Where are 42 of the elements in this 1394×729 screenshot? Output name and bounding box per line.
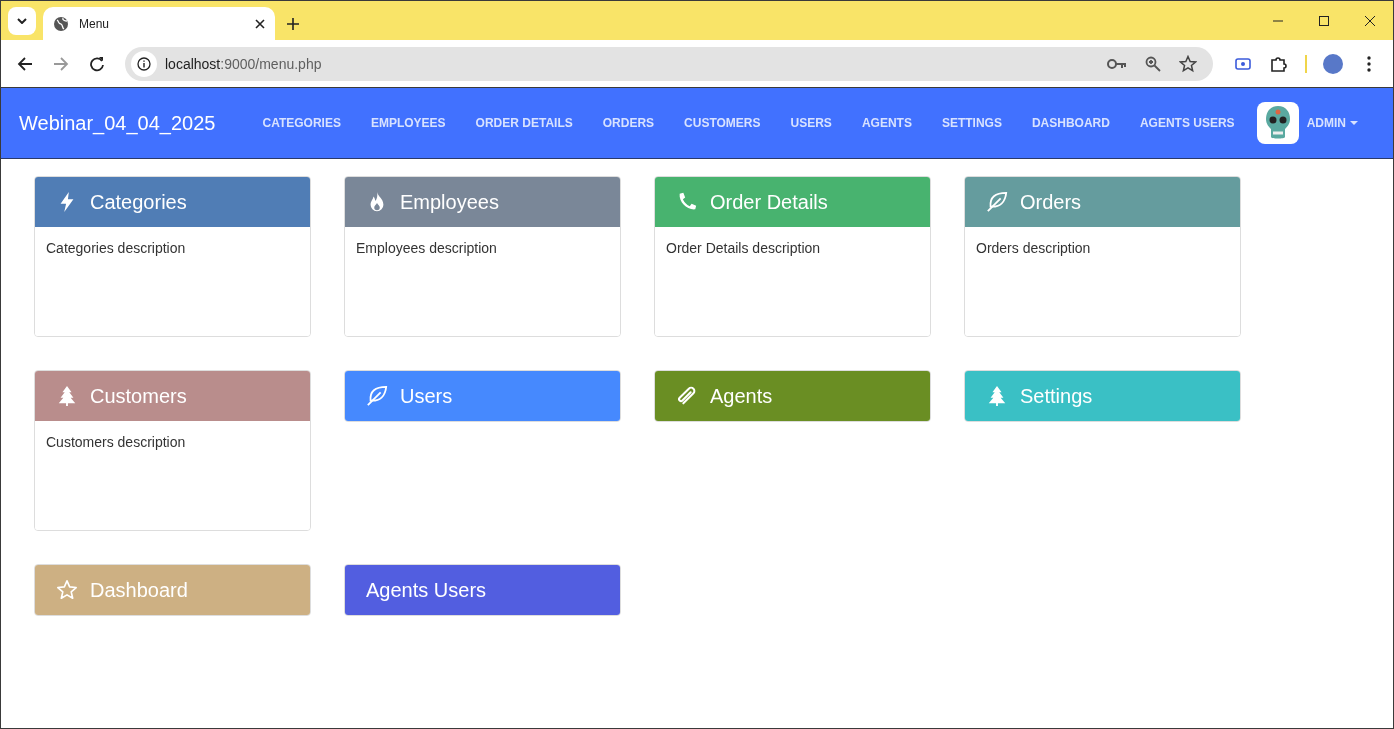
url-text: localhost:9000/menu.php — [165, 55, 323, 72]
nav-link[interactable]: CATEGORIES — [247, 116, 356, 130]
address-bar[interactable]: localhost:9000/menu.php — [125, 46, 1213, 81]
globe-icon — [53, 15, 69, 32]
card-header[interactable]: Agents — [655, 371, 930, 421]
user-dropdown[interactable]: ADMIN — [1306, 116, 1358, 130]
browser-tab[interactable]: Menu — [43, 7, 275, 40]
nav-link[interactable]: AGENTS USERS — [1124, 116, 1250, 130]
site-info-icon[interactable] — [131, 50, 157, 77]
nav-link[interactable]: DASHBOARD — [1016, 116, 1125, 130]
card-header[interactable]: Customers — [35, 371, 310, 421]
leaf-icon — [366, 385, 388, 407]
nav-link[interactable]: ORDERS — [587, 116, 670, 130]
nav-link[interactable]: EMPLOYEES — [355, 116, 461, 130]
card-header[interactable]: Categories — [35, 177, 310, 227]
nav-link[interactable]: CUSTOMERS — [669, 116, 776, 130]
card-header[interactable]: Agents Users — [345, 565, 620, 615]
caret-icon — [1350, 121, 1358, 125]
tree-icon — [986, 385, 1008, 407]
nav-link[interactable]: AGENTS — [846, 116, 927, 130]
nav-link[interactable]: USERS — [775, 116, 847, 130]
brand-link[interactable]: Webinar_04_04_2025 — [19, 111, 216, 135]
chevron-down-icon — [17, 18, 27, 24]
tab-search-button[interactable] — [8, 7, 36, 35]
card-header[interactable]: Settings — [965, 371, 1240, 421]
star-icon[interactable] — [1179, 54, 1197, 73]
tree-icon — [56, 385, 78, 407]
card-header[interactable]: Order Details — [655, 177, 930, 227]
card-header[interactable]: Orders — [965, 177, 1240, 227]
card-header[interactable]: Employees — [345, 177, 620, 227]
skull-icon — [1264, 105, 1291, 141]
zoom-icon[interactable] — [1145, 55, 1161, 72]
nav-link[interactable]: SETTINGS — [926, 116, 1017, 130]
leaf-icon — [986, 191, 1008, 213]
nav-link[interactable]: ORDER DETAILS — [460, 116, 588, 130]
close-tab-icon[interactable] — [255, 18, 265, 29]
paperclip-icon — [676, 385, 698, 407]
key-icon[interactable] — [1107, 57, 1127, 70]
card-header[interactable]: Users — [345, 371, 620, 421]
tab-title: Menu — [79, 16, 111, 31]
star-icon — [56, 579, 78, 601]
card-header[interactable]: Dashboard — [35, 565, 310, 615]
